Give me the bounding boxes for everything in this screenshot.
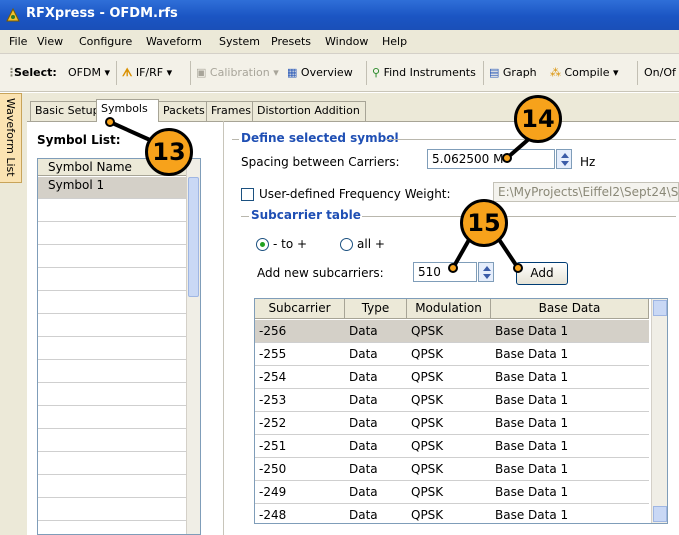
callout-13: 13 [145,128,193,176]
callout-14: 14 [514,95,562,143]
callout-15: 15 [460,199,508,247]
callout-leaders [105,117,532,273]
